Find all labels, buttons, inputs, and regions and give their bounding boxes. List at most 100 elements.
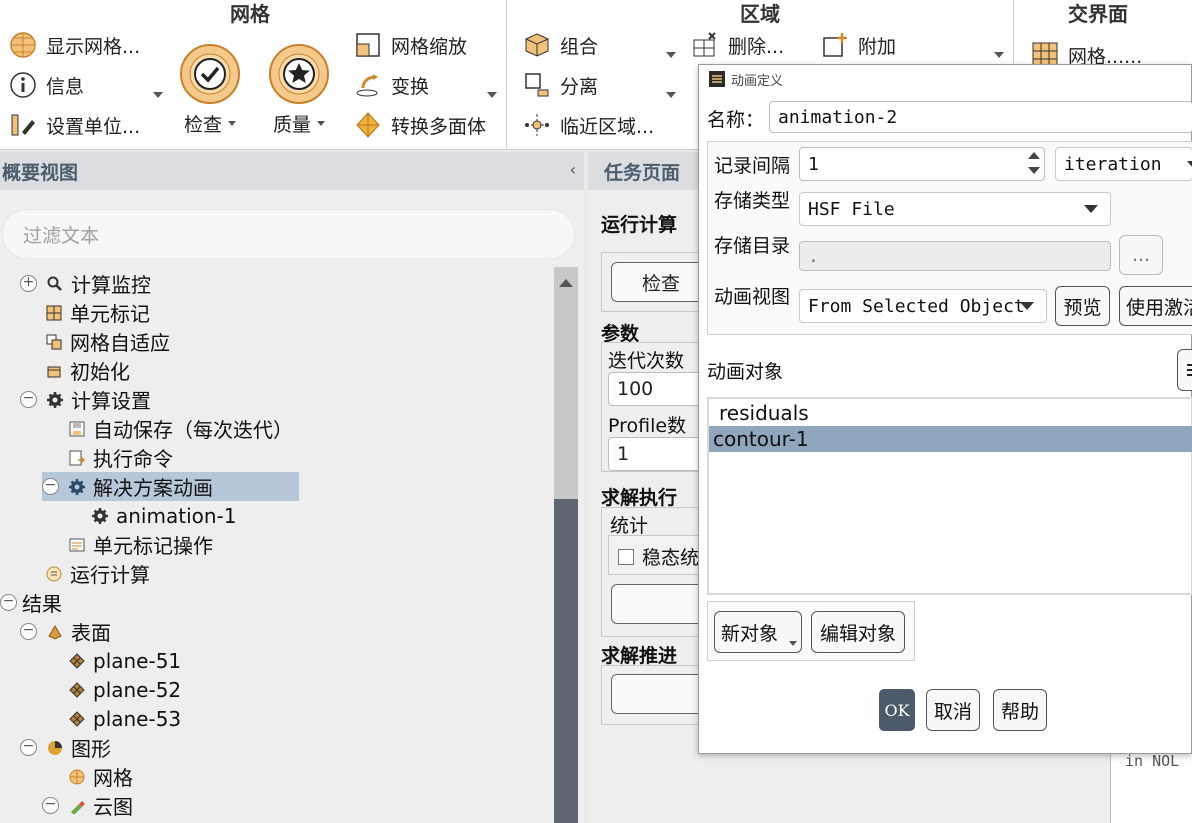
- quality-button[interactable]: 质量: [267, 42, 331, 137]
- separate-dropdown-arrow[interactable]: [666, 92, 676, 98]
- use-active-button[interactable]: 使用激活: [1119, 286, 1192, 326]
- spin-up-icon[interactable]: [1028, 152, 1040, 159]
- list-item-residuals[interactable]: residuals: [715, 400, 1192, 426]
- new-object-dropdown-icon[interactable]: [789, 641, 797, 646]
- new-object-button[interactable]: 新对象: [714, 611, 802, 653]
- contour-brush-icon: [68, 797, 86, 815]
- tree-node-execute-commands[interactable]: 执行命令: [68, 443, 173, 472]
- surface-icon: [46, 623, 64, 641]
- tree-node-graphics[interactable]: − 图形: [20, 733, 111, 762]
- storage-type-value: HSF File: [808, 198, 895, 220]
- convert-polyhedra-button[interactable]: 转换多面体: [355, 110, 486, 140]
- list-menu-button[interactable]: [1177, 349, 1192, 391]
- tree-node-plane-51[interactable]: plane-51: [68, 646, 181, 675]
- interval-unit-dropdown-icon[interactable]: [1187, 161, 1192, 169]
- tree-node-surfaces[interactable]: − 表面: [20, 617, 111, 646]
- steady-stats-checkbox[interactable]: 稳态统: [618, 543, 699, 570]
- info-button[interactable]: 信息: [10, 70, 84, 100]
- spin-down-icon[interactable]: [1028, 167, 1040, 174]
- collapse-toggle[interactable]: −: [20, 391, 37, 408]
- separate-button[interactable]: 分离: [524, 70, 598, 100]
- scroll-track[interactable]: [554, 299, 578, 499]
- data-sampling-button[interactable]: [611, 584, 711, 624]
- animation-view-label: 动画视图: [714, 286, 791, 308]
- delete-button[interactable]: 删除...: [692, 30, 784, 60]
- checkbox-icon[interactable]: [618, 548, 634, 565]
- tree-node-autosave[interactable]: 自动保存（每次迭代）: [68, 414, 293, 443]
- profile-update-input[interactable]: 1: [608, 437, 711, 471]
- help-button[interactable]: 帮助: [993, 689, 1047, 731]
- collapse-toggle[interactable]: −: [0, 594, 17, 611]
- task-page-title: 任务页面: [604, 162, 681, 184]
- tree-node-cell-register-ops[interactable]: 单元标记操作: [68, 530, 213, 559]
- storage-dir-label: 存储目录: [714, 235, 791, 257]
- cell-register-icon: [45, 304, 63, 322]
- tree-node-plane-53[interactable]: plane-53: [68, 704, 181, 733]
- tree-node-cell-registers[interactable]: 单元标记: [45, 298, 150, 327]
- check-dropdown-arrow[interactable]: [228, 121, 236, 126]
- tree-node-initialization[interactable]: 初始化: [45, 356, 130, 385]
- tree-label: 执行命令: [93, 447, 173, 471]
- tree-node-contours[interactable]: − 云图: [42, 791, 133, 820]
- tree-node-plane-52[interactable]: plane-52: [68, 675, 181, 704]
- info-dropdown-arrow[interactable]: [153, 92, 163, 98]
- check-button[interactable]: 检查: [178, 42, 242, 137]
- filter-text-input[interactable]: 过滤文本: [2, 209, 575, 259]
- animation-view-select[interactable]: From Selected Object: [799, 289, 1047, 323]
- tree-node-mesh-adaption[interactable]: 网格自适应: [45, 327, 170, 356]
- iterations-input[interactable]: 100: [608, 372, 711, 406]
- scroll-up-arrow[interactable]: [554, 267, 578, 299]
- append-dropdown-arrow[interactable]: [994, 52, 1004, 58]
- interval-unit-select[interactable]: iteration: [1055, 147, 1192, 181]
- animation-view-dropdown-icon[interactable]: [1020, 302, 1034, 310]
- check-case-button[interactable]: 检查: [611, 262, 711, 302]
- collapse-toggle[interactable]: −: [20, 623, 37, 640]
- tree-node-animation-1[interactable]: animation-1: [91, 501, 236, 530]
- calculate-button[interactable]: [611, 674, 711, 714]
- graphics-pie-icon: [46, 739, 64, 757]
- display-mesh-button[interactable]: 显示网格...: [10, 30, 140, 60]
- combine-dropdown-arrow[interactable]: [666, 52, 676, 58]
- tree-node-solution-animations[interactable]: − 解决方案动画: [42, 472, 299, 501]
- tree-node-mesh[interactable]: 网格: [68, 762, 133, 791]
- animation-objects-label: 动画对象: [707, 361, 784, 383]
- storage-type-select[interactable]: HSF File: [799, 192, 1111, 226]
- ok-button[interactable]: OK: [879, 689, 915, 731]
- collapse-toggle[interactable]: −: [42, 797, 59, 814]
- transform-dropdown-arrow[interactable]: [487, 92, 497, 98]
- storage-type-dropdown-icon[interactable]: [1084, 205, 1098, 213]
- scroll-thumb[interactable]: [554, 499, 578, 823]
- preview-button[interactable]: 预览: [1055, 286, 1110, 326]
- append-label: 附加: [858, 35, 897, 58]
- tree-node-calc-activities[interactable]: − 计算设置: [20, 385, 151, 414]
- quality-dropdown-arrow[interactable]: [317, 121, 325, 126]
- transform-icon: [355, 72, 381, 98]
- collapse-toggle[interactable]: −: [20, 739, 37, 756]
- dialog-titlebar[interactable]: 动画定义: [699, 65, 1192, 93]
- transform-button[interactable]: 变换: [355, 70, 429, 100]
- append-button[interactable]: 附加: [822, 30, 896, 60]
- record-interval-input[interactable]: 1: [799, 147, 1045, 181]
- edit-object-button[interactable]: 编辑对象: [811, 611, 905, 653]
- collapse-toggle[interactable]: −: [42, 478, 59, 495]
- list-item-contour-1[interactable]: contour-1: [709, 426, 1192, 452]
- set-units-button[interactable]: 设置单位...: [10, 110, 140, 140]
- expand-toggle[interactable]: +: [20, 275, 37, 292]
- combine-label: 组合: [560, 35, 599, 58]
- name-input[interactable]: animation-2: [769, 101, 1192, 133]
- cancel-button[interactable]: 取消: [926, 689, 980, 731]
- initialization-icon: [45, 362, 63, 380]
- magnifier-icon: [46, 275, 64, 293]
- interval-spinner[interactable]: [1027, 149, 1043, 179]
- combine-button[interactable]: 组合: [524, 30, 598, 60]
- tree-label: 计算设置: [71, 389, 151, 413]
- tree-scrollbar[interactable]: [554, 267, 578, 823]
- tree-node-results[interactable]: − 结果: [0, 588, 62, 617]
- collapse-panel-button[interactable]: ‹: [570, 160, 576, 179]
- tree-node-run-calculation[interactable]: 运行计算: [45, 559, 150, 588]
- mesh-scale-button[interactable]: 网格缩放: [355, 30, 467, 60]
- gear-icon: [91, 507, 109, 525]
- adjacency-button[interactable]: 临近区域...: [524, 110, 654, 140]
- animation-objects-list[interactable]: residuals contour-1: [707, 397, 1192, 595]
- tree-node-monitors[interactable]: + 计算监控: [20, 269, 151, 298]
